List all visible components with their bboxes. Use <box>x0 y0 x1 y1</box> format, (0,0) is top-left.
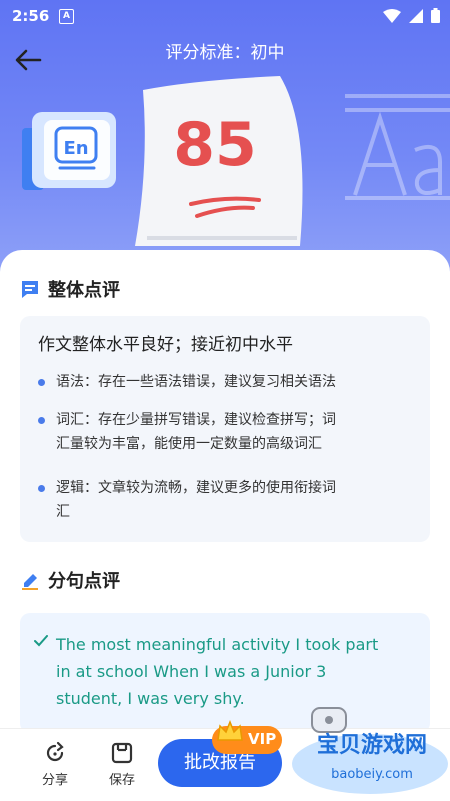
review-point-text: 汇量较为丰富，能使用一定数量的高级词汇 <box>56 436 322 452</box>
overall-section-header: 整体点评 <box>20 276 120 302</box>
comment-icon <box>22 281 38 298</box>
sentence-section-header: 分句点评 <box>20 567 120 593</box>
bullet-icon <box>38 485 45 492</box>
review-point-text: 语法：存在一些语法错误，建议复习相关语法 <box>56 374 336 390</box>
share-button[interactable]: 分享 <box>33 741 77 788</box>
watermark-logo: 宝贝游戏网 baobeiy.com <box>292 707 448 794</box>
status-time: 2:56 <box>12 7 50 25</box>
share-icon <box>46 741 64 762</box>
notification-icon: A <box>59 9 74 24</box>
sentence-line: The most meaningful activity I took part <box>56 635 379 654</box>
page-title: 评分标准：初中 <box>165 43 285 63</box>
overall-title: 整体点评 <box>48 280 120 301</box>
score-value: 85 <box>173 110 257 180</box>
report-header: 2:56 A 评分标准：初中 En 85 <box>0 0 450 290</box>
pencil-icon <box>22 574 38 590</box>
sentence-line: in at school When I was a Junior 3 <box>56 662 327 681</box>
bullet-icon <box>38 379 45 386</box>
decorative-aa-icon <box>345 94 450 200</box>
review-point-text: 逻辑：文章较为流畅，建议更多的使用衔接词 <box>56 480 336 496</box>
watermark-url: baobeiy.com <box>331 767 413 782</box>
watermark-text: 宝贝游戏网 <box>317 732 427 758</box>
vip-label: VIP <box>248 730 277 748</box>
overall-summary: 作文整体水平良好；接近初中水平 <box>38 335 293 355</box>
crown-icon <box>217 720 243 741</box>
wifi-icon <box>383 8 401 23</box>
sentence-title: 分句点评 <box>48 571 120 592</box>
sentence-text: The most meaningful activity I took part… <box>56 631 416 712</box>
book-label: En <box>63 138 88 159</box>
review-point-text: 汇 <box>56 504 70 520</box>
english-book-icon: En <box>22 112 116 190</box>
save-button[interactable]: 保存 <box>100 741 144 788</box>
save-label: 保存 <box>108 773 135 788</box>
review-point-grammar: 语法：存在一些语法错误，建议复习相关语法 <box>38 370 410 394</box>
check-icon <box>34 635 48 647</box>
bullet-icon <box>38 417 45 424</box>
share-label: 分享 <box>41 773 68 788</box>
status-bar: 2:56 A <box>0 0 450 32</box>
signal-icon <box>409 8 423 23</box>
review-point-vocabulary: 词汇：存在少量拼写错误，建议检查拼写；词 汇量较为丰富，能使用一定数量的高级词汇 <box>38 408 410 456</box>
review-point-text: 词汇：存在少量拼写错误，建议检查拼写；词 <box>56 412 336 428</box>
vip-badge: VIP <box>212 720 282 754</box>
save-icon <box>111 742 133 764</box>
battery-icon <box>431 8 440 23</box>
score-underline-icon <box>189 196 261 218</box>
status-icons <box>383 8 440 23</box>
overall-review-box: 作文整体水平良好；接近初中水平 语法：存在一些语法错误，建议复习相关语法 词汇：… <box>20 316 430 542</box>
review-point-logic: 逻辑：文章较为流畅，建议更多的使用衔接词 汇 <box>38 476 410 524</box>
